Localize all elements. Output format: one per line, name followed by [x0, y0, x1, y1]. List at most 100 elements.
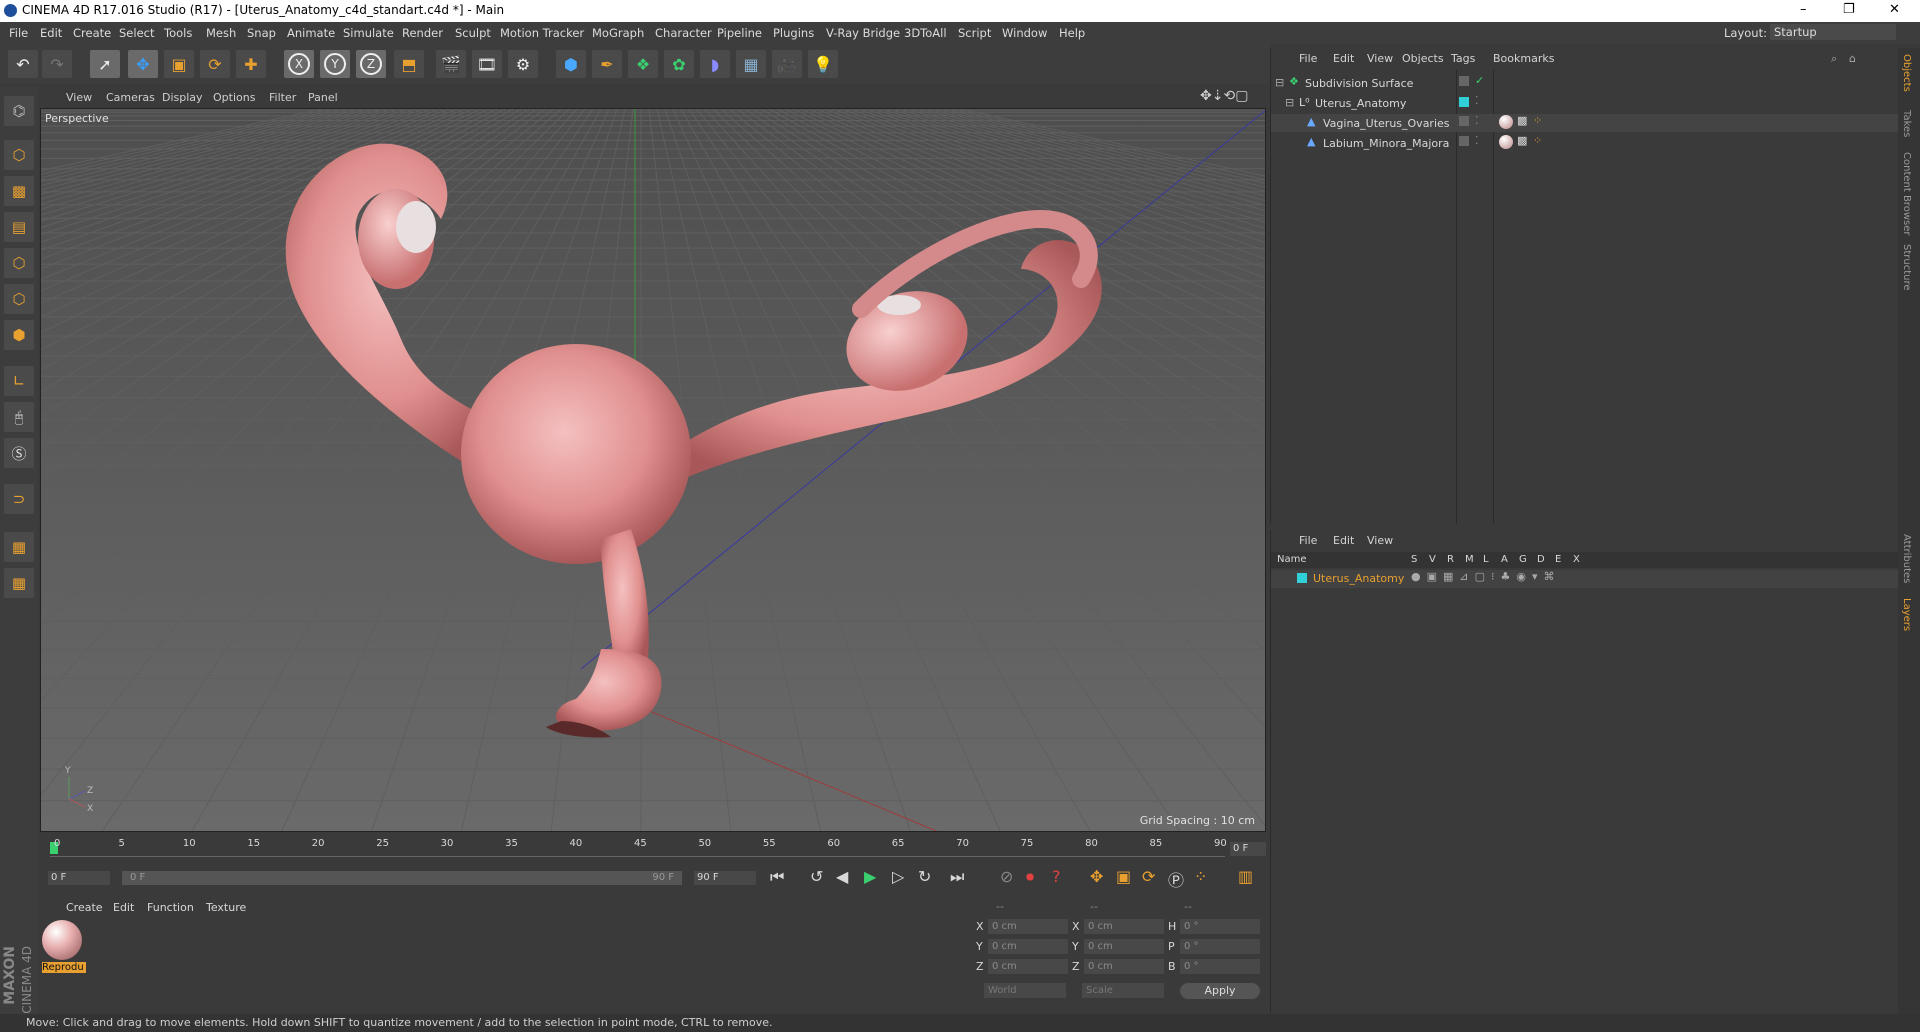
model-mode-icon[interactable]: ⬡	[4, 140, 34, 170]
pos-z-field[interactable]: 0 cm	[988, 959, 1068, 974]
step-forward-icon[interactable]: ▷	[892, 867, 904, 886]
phong-tag-icon[interactable]: ⁘	[1533, 134, 1542, 147]
step-back-icon[interactable]: ◀	[836, 867, 848, 886]
layer-toggle-icons[interactable]: ●▣▦⊿▢⁝♣◉▾⌘	[1411, 570, 1560, 583]
menu-snap[interactable]: Snap	[247, 26, 276, 40]
layer-row-uterus-anatomy[interactable]: Uterus_Anatomy ●▣▦⊿▢⁝♣◉▾⌘	[1271, 570, 1899, 588]
viewport-menu-cameras[interactable]: Cameras	[106, 91, 155, 104]
menu-window[interactable]: Window	[1002, 26, 1047, 40]
axis-mode-icon[interactable]: ∟	[4, 366, 34, 396]
key-move-icon[interactable]: ✥	[1090, 867, 1103, 886]
render-view-icon[interactable]: 🎬	[436, 50, 466, 78]
transform-icon[interactable]: ✚	[236, 50, 266, 78]
rot-h-field[interactable]: 0 °	[1180, 919, 1260, 934]
layer-menu-edit[interactable]: Edit	[1333, 534, 1354, 547]
cube-icon[interactable]: ⬢	[556, 50, 586, 78]
menu-motion-tracker[interactable]: Motion Tracker	[500, 26, 584, 40]
home-icon[interactable]: ⌂	[1849, 52, 1856, 65]
end-frame-field[interactable]: 90 F	[694, 871, 756, 885]
render-settings-icon[interactable]: ⚙	[508, 50, 538, 78]
material-menu-texture[interactable]: Texture	[206, 901, 246, 914]
edge-mode-icon[interactable]: ⬡	[4, 284, 34, 314]
key-rotate-icon[interactable]: ⟳	[1142, 867, 1155, 886]
workplane-lock-icon[interactable]: ▦	[4, 532, 34, 562]
search-icon[interactable]: ⌕	[1831, 52, 1837, 66]
floor-icon[interactable]: ▦	[736, 50, 766, 78]
menu-plugins[interactable]: Plugins	[773, 26, 814, 40]
layout-dropdown[interactable]: Startup	[1770, 24, 1896, 40]
viewport-menu-panel[interactable]: Panel	[308, 91, 338, 104]
tab-content-browser[interactable]: Content Browser	[1901, 152, 1912, 235]
menu-simulate[interactable]: Simulate	[343, 26, 394, 40]
tab-structure[interactable]: Structure	[1901, 244, 1912, 291]
menu-tools[interactable]: Tools	[164, 26, 192, 40]
close-button[interactable]: ✕	[1889, 2, 1900, 17]
object-row-subdivision-surface[interactable]: ⊟ ❖ Subdivision Surface ✓	[1271, 74, 1899, 92]
select-icon[interactable]: ➚	[90, 50, 120, 78]
menu-animate[interactable]: Animate	[287, 26, 335, 40]
pos-x-field[interactable]: 0 cm	[988, 919, 1068, 934]
play-icon[interactable]: ▶	[864, 867, 876, 886]
tab-takes[interactable]: Takes	[1901, 110, 1912, 137]
redo-icon[interactable]: ↷	[42, 50, 72, 78]
render-picture-icon[interactable]: 🎞	[472, 50, 502, 78]
apply-button[interactable]: Apply	[1180, 983, 1260, 999]
z-axis-toggle[interactable]: Z	[356, 50, 386, 78]
object-row-labium-minora-majora[interactable]: ▲ Labium_Minora_Majora ⁚ ▩ ⁘	[1271, 134, 1899, 152]
record-disabled-icon[interactable]: ⊘	[1000, 867, 1013, 886]
rot-p-field[interactable]: 0 °	[1180, 939, 1260, 954]
material-menu-edit[interactable]: Edit	[113, 901, 134, 914]
grid-snap-icon[interactable]: ▦	[4, 568, 34, 598]
menu-script[interactable]: Script	[958, 26, 991, 40]
prev-key-icon[interactable]: ↺	[810, 867, 823, 886]
layer-color-swatch[interactable]	[1459, 97, 1469, 107]
obj-menu-file[interactable]: File	[1299, 52, 1317, 65]
rotate-icon[interactable]: ⟳	[200, 50, 230, 78]
y-axis-toggle[interactable]: Y	[320, 50, 350, 78]
menu-vray-bridge[interactable]: V-Ray Bridge	[826, 26, 900, 40]
go-to-end-icon[interactable]: ⏭	[950, 867, 964, 887]
size-z-field[interactable]: 0 cm	[1084, 959, 1164, 974]
tab-objects[interactable]: Objects	[1901, 54, 1912, 92]
collapse-icon[interactable]: ⊟	[1275, 76, 1284, 89]
frame-range-slider[interactable]: 0 F 90 F	[122, 871, 682, 885]
viewport-menu-display[interactable]: Display	[162, 91, 203, 104]
pen-icon[interactable]: ✒	[592, 50, 622, 78]
uvw-tag-icon[interactable]: ▩	[1517, 134, 1527, 147]
key-param-icon[interactable]: Ⓟ	[1168, 867, 1184, 891]
texture-mode-icon[interactable]: ▩	[4, 176, 34, 206]
tweak-mode-icon[interactable]: 🖰	[4, 402, 34, 432]
layer-menu-file[interactable]: File	[1299, 534, 1317, 547]
material-tag-icon[interactable]	[1499, 135, 1513, 149]
menu-file[interactable]: File	[9, 26, 28, 40]
viewport-menu-options[interactable]: Options	[213, 91, 255, 104]
menu-help[interactable]: Help	[1059, 26, 1085, 40]
menu-mesh[interactable]: Mesh	[206, 26, 236, 40]
layer-tag-icon[interactable]	[1459, 136, 1469, 146]
record-icon[interactable]: ⏺	[1026, 867, 1034, 887]
material-menu-function[interactable]: Function	[147, 901, 194, 914]
layer-tag-icon[interactable]	[1459, 116, 1469, 126]
menu-render[interactable]: Render	[402, 26, 443, 40]
menu-character[interactable]: Character	[655, 26, 712, 40]
make-editable-icon[interactable]: ⌬	[4, 96, 34, 126]
layer-menu-view[interactable]: View	[1367, 534, 1393, 547]
subdivision-icon[interactable]: ❖	[628, 50, 658, 78]
timeline-ruler[interactable]: 0 5 10 15 20 25 30 35 40 45 50 55 60 65 70 75 80 85 90 0 F	[40, 834, 1266, 870]
camera-icon[interactable]: 🎥	[772, 50, 802, 78]
workplane-icon[interactable]: ▤	[4, 212, 34, 242]
layer-color-swatch[interactable]	[1297, 573, 1307, 583]
solo-icon[interactable]: Ⓢ	[4, 438, 34, 468]
menu-sculpt[interactable]: Sculpt	[455, 26, 491, 40]
rot-b-field[interactable]: 0 °	[1180, 959, 1260, 974]
polygon-mode-icon[interactable]: ⬢	[4, 320, 34, 350]
uvw-tag-icon[interactable]: ▩	[1517, 114, 1527, 127]
obj-menu-objects[interactable]: Objects	[1402, 52, 1444, 65]
next-key-icon[interactable]: ↻	[918, 867, 931, 886]
visibility-dots-icon[interactable]: ⁚	[1475, 114, 1479, 127]
snap-icon[interactable]: ⊃	[4, 484, 34, 514]
point-mode-icon[interactable]: ⬡	[4, 248, 34, 278]
viewport-menu-view[interactable]: View	[66, 91, 92, 104]
menu-pipeline[interactable]: Pipeline	[717, 26, 762, 40]
key-scale-icon[interactable]: ▣	[1116, 867, 1131, 886]
